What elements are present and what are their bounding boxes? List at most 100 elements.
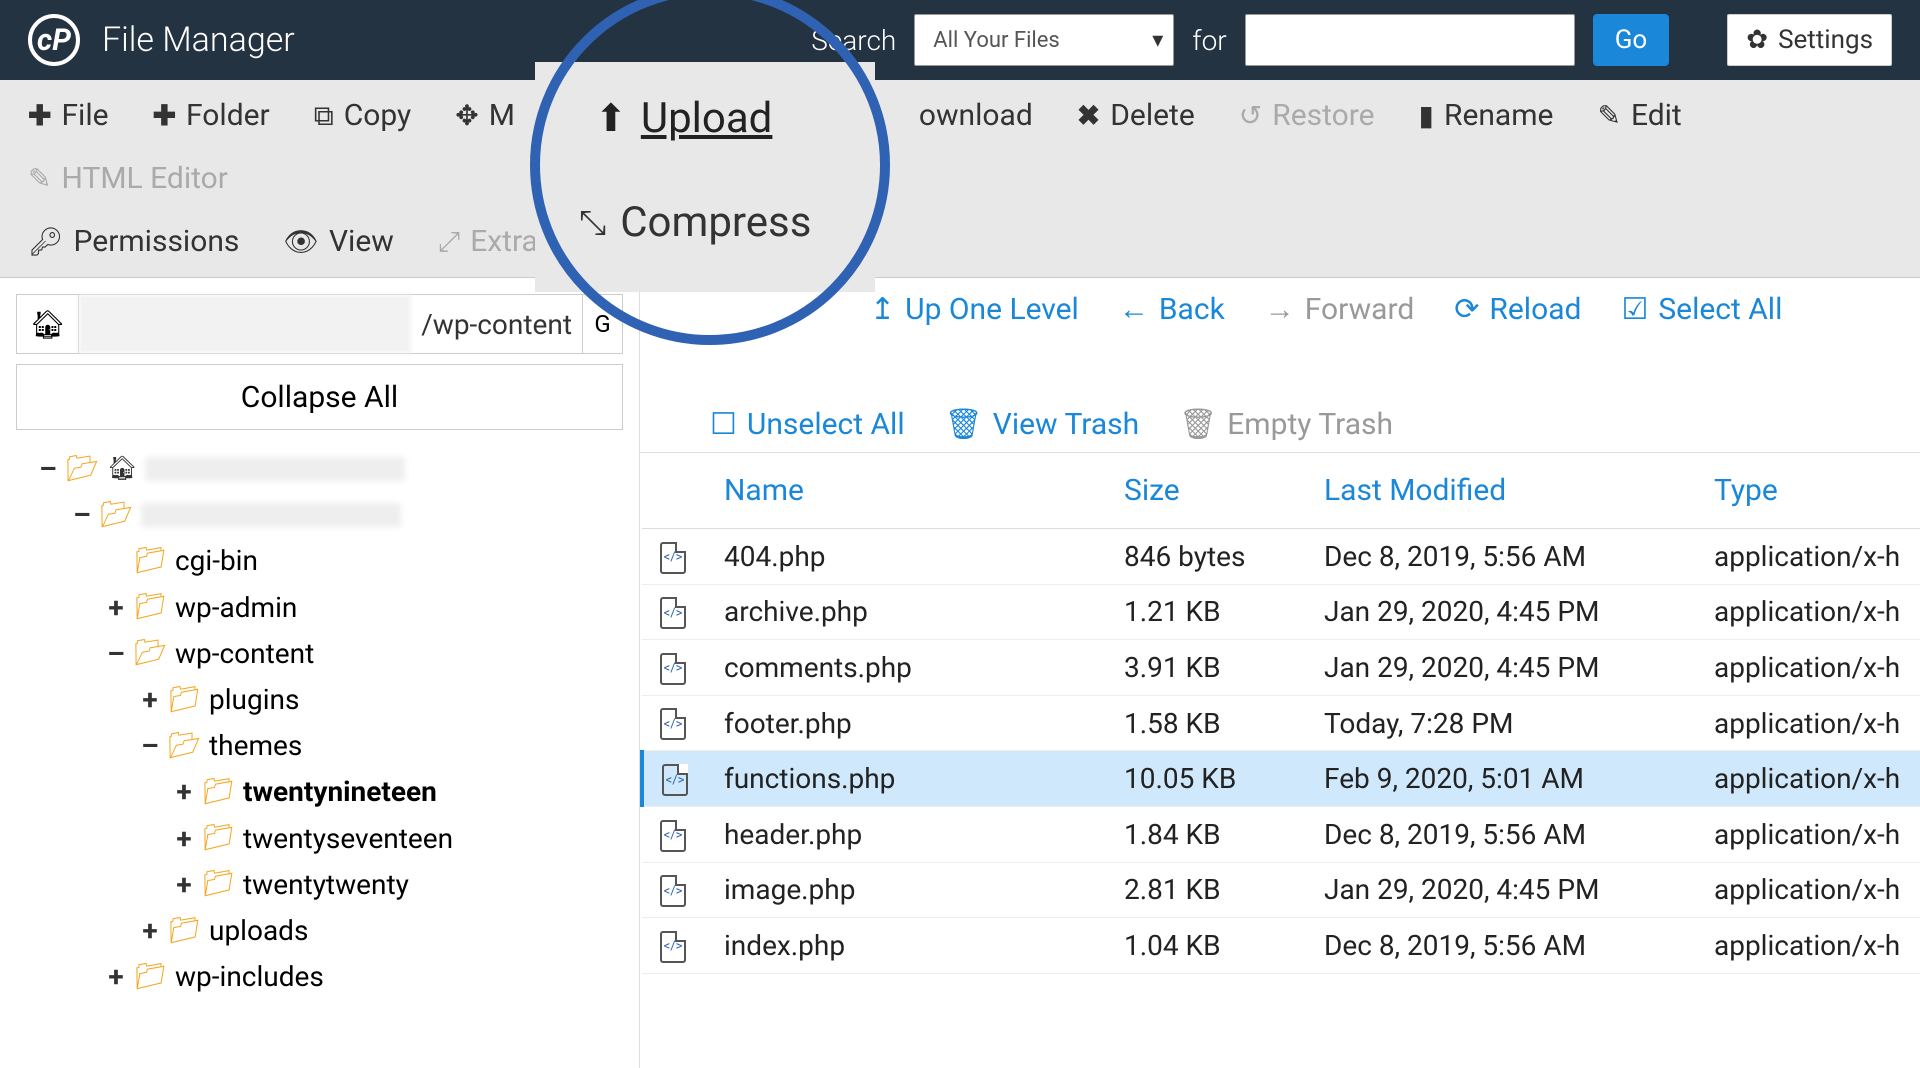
tree-root[interactable]: –📂︎🏠︎ [38, 446, 627, 492]
column-size[interactable]: Size [1112, 453, 1312, 529]
path-go-button[interactable]: G [582, 295, 622, 353]
settings-button[interactable]: ✿ Settings [1727, 14, 1892, 66]
php-file-icon: </> [660, 708, 686, 740]
php-file-icon: </> [660, 875, 686, 907]
file-size: 1.58 KB [1112, 695, 1312, 751]
forward-button[interactable]: →Forward [1265, 292, 1414, 327]
home-button[interactable]: 🏠︎ [17, 295, 79, 353]
html-editor-button[interactable]: ✎HTML Editor [6, 147, 250, 210]
back-button[interactable]: ←Back [1119, 292, 1225, 327]
file-modified: Dec 8, 2019, 5:56 AM [1312, 918, 1702, 974]
toggle-icon[interactable]: + [174, 816, 194, 862]
toggle-icon[interactable]: + [106, 585, 126, 631]
view-trash-button[interactable]: 🗑︎View Trash [945, 407, 1140, 442]
path-blurred [79, 295, 411, 353]
tree-item-twentynineteen[interactable]: +📁︎twentynineteen [38, 769, 627, 815]
table-row[interactable]: </>index.php1.04 KBDec 8, 2019, 5:56 AMa… [642, 918, 1920, 974]
php-file-icon: </> [660, 931, 686, 963]
search-scope-select[interactable]: All Your Files [914, 14, 1174, 66]
view-button[interactable]: 👁︎View [261, 210, 415, 273]
compress-icon: ⤡ [579, 203, 606, 243]
table-row[interactable]: </>404.php846 bytesDec 8, 2019, 5:56 AMa… [642, 529, 1920, 585]
permissions-button[interactable]: 🔑︎Permissions [6, 210, 261, 273]
empty-trash-button[interactable]: 🗑︎Empty Trash [1179, 407, 1393, 442]
restore-button[interactable]: ↺Restore [1217, 84, 1397, 147]
copy-button[interactable]: ⧉Copy [292, 84, 434, 147]
collapse-all-button[interactable]: Collapse All [16, 364, 623, 430]
tree-item-twentytwenty[interactable]: +📁︎twentytwenty [38, 862, 627, 908]
search-input[interactable] [1245, 14, 1575, 66]
file-modified: Jan 29, 2020, 4:45 PM [1312, 584, 1702, 640]
compress-button[interactable]: ⤡ Compress [565, 190, 825, 255]
folder-open-icon: 📂︎ [134, 632, 167, 675]
column-modified[interactable]: Last Modified [1312, 453, 1702, 529]
trash-icon: 🗑︎ [945, 407, 983, 442]
php-file-icon: </> [660, 820, 686, 852]
uncheck-icon: ☐ [710, 407, 737, 442]
plus-icon: ✚ [153, 99, 176, 132]
download-button-partial[interactable]: ownload [897, 84, 1055, 147]
up-one-level-button[interactable]: ↥Up One Level [870, 292, 1079, 327]
php-file-icon: </> [660, 597, 686, 629]
table-row[interactable]: </>functions.php10.05 KBFeb 9, 2020, 5:0… [642, 751, 1920, 807]
toggle-icon[interactable]: + [174, 769, 194, 815]
toggle-icon[interactable]: – [140, 723, 160, 769]
tree-item-wp-content[interactable]: –📂︎wp-content [38, 631, 627, 677]
toggle-icon[interactable]: – [38, 446, 58, 492]
tree-item-wp-includes[interactable]: +📁︎wp-includes [38, 954, 627, 1000]
tree-item-cgi-bin[interactable]: 📁︎cgi-bin [38, 538, 627, 584]
folder-icon: 📁︎ [168, 910, 201, 953]
file-name: archive.php [712, 584, 1112, 640]
file-size: 3.91 KB [1112, 640, 1312, 696]
select-all-button[interactable]: ☑Select All [1621, 292, 1782, 327]
upload-button[interactable]: ⬆︎ Upload [585, 90, 782, 147]
file-modified: Jan 29, 2020, 4:45 PM [1312, 862, 1702, 918]
folder-button[interactable]: ✚Folder [131, 84, 292, 147]
arrow-right-icon: → [1265, 292, 1295, 327]
file-modified: Feb 9, 2020, 5:01 AM [1312, 751, 1702, 807]
home-icon: 🏠︎ [107, 449, 137, 489]
app-title: File Manager [102, 20, 295, 60]
tree-item-uploads[interactable]: +📁︎uploads [38, 908, 627, 954]
toggle-icon[interactable]: + [140, 908, 160, 954]
copy-icon: ⧉ [314, 99, 334, 133]
move-button[interactable]: ✥M [433, 84, 537, 147]
delete-button[interactable]: ✖Delete [1055, 84, 1217, 147]
tree-item-plugins[interactable]: +📁︎plugins [38, 677, 627, 723]
file-name: header.php [712, 807, 1112, 863]
column-type[interactable]: Type [1702, 453, 1920, 529]
rename-button[interactable]: ▮Rename [1397, 84, 1576, 147]
toggle-icon[interactable]: + [106, 954, 126, 1000]
reload-button[interactable]: ⟳Reload [1454, 292, 1581, 327]
table-row[interactable]: </>footer.php1.58 KBToday, 7:28 PMapplic… [642, 695, 1920, 751]
path-text[interactable]: /wp-content [411, 295, 582, 353]
file-button[interactable]: ✚File [6, 84, 131, 147]
folder-icon: 📁︎ [134, 956, 167, 999]
right-pane: ↥Up One Level ←Back →Forward ⟳Reload ☑Se… [640, 278, 1920, 1068]
settings-label: Settings [1778, 25, 1873, 55]
search-go-button[interactable]: Go [1593, 14, 1670, 66]
folder-open-icon: 📂︎ [168, 725, 201, 768]
file-type: application/x-h [1702, 862, 1920, 918]
file-size: 1.04 KB [1112, 918, 1312, 974]
search-scope-value: All Your Files [933, 28, 1060, 53]
tree-item-wp-admin[interactable]: +📁︎wp-admin [38, 585, 627, 631]
table-row[interactable]: </>archive.php1.21 KBJan 29, 2020, 4:45 … [642, 584, 1920, 640]
toggle-icon[interactable]: – [106, 631, 126, 677]
unselect-all-button[interactable]: ☐Unselect All [710, 407, 905, 442]
tree-item-twentyseventeen[interactable]: +📁︎twentyseventeen [38, 816, 627, 862]
file-size: 10.05 KB [1112, 751, 1312, 807]
edit-button[interactable]: ✎Edit [1575, 84, 1703, 147]
table-row[interactable]: </>comments.php3.91 KBJan 29, 2020, 4:45… [642, 640, 1920, 696]
toggle-icon[interactable]: + [174, 862, 194, 908]
tree-item[interactable]: –📂︎ [38, 492, 627, 538]
tree-item-themes[interactable]: –📂︎themes [38, 723, 627, 769]
file-type: application/x-h [1702, 918, 1920, 974]
undo-icon: ↺ [1239, 99, 1262, 132]
toggle-icon[interactable]: – [72, 492, 92, 538]
table-row[interactable]: </>image.php2.81 KBJan 29, 2020, 4:45 PM… [642, 862, 1920, 918]
folder-open-icon: 📂︎ [100, 494, 133, 537]
table-row[interactable]: </>header.php1.84 KBDec 8, 2019, 5:56 AM… [642, 807, 1920, 863]
toggle-icon[interactable]: + [140, 677, 160, 723]
column-name[interactable]: Name [712, 453, 1112, 529]
